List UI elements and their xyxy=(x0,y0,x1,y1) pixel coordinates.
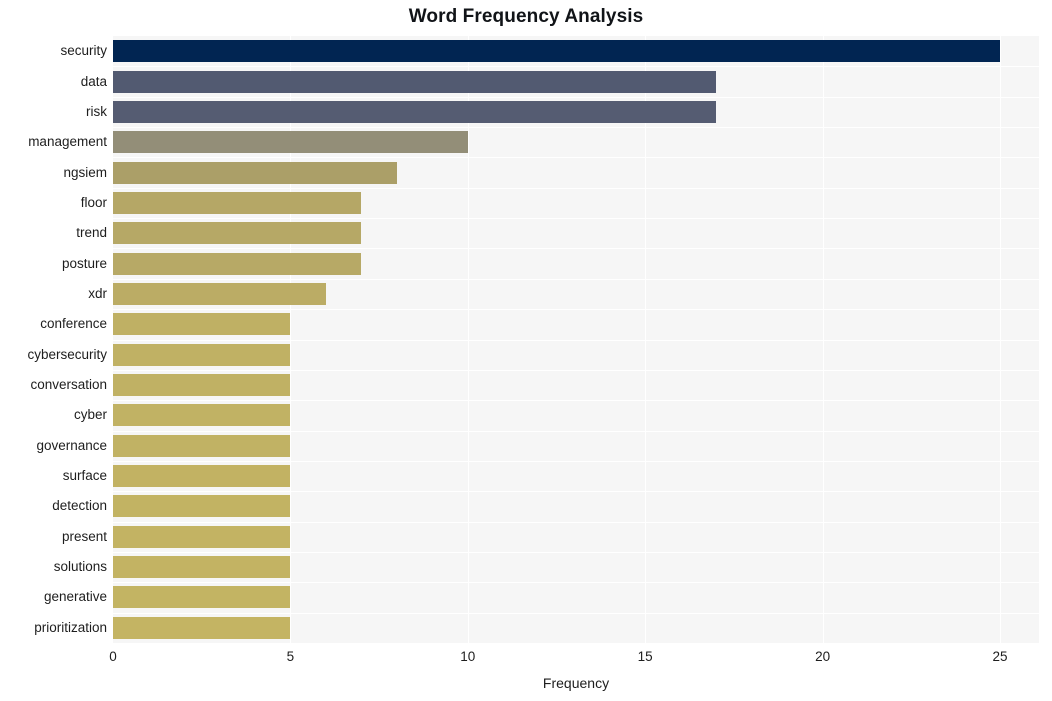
bar-row xyxy=(113,191,1039,214)
bar-row xyxy=(113,465,1039,488)
bar[interactable] xyxy=(113,404,291,427)
x-tick-label: 5 xyxy=(286,649,295,664)
gridline-horizontal xyxy=(113,612,1039,614)
x-tick-label: 0 xyxy=(109,649,117,664)
chart-title: Word Frequency Analysis xyxy=(408,6,644,27)
y-tick-label: ngsiem xyxy=(63,164,107,180)
bar[interactable] xyxy=(113,100,717,123)
y-tick-label: trend xyxy=(76,225,107,241)
bar-row xyxy=(113,495,1039,518)
gridline-horizontal xyxy=(113,551,1039,553)
gridline-horizontal xyxy=(113,248,1039,250)
bar[interactable] xyxy=(113,434,291,457)
y-tick-label: risk xyxy=(86,103,107,119)
y-tick-label: cyber xyxy=(73,407,107,423)
y-tick-label: security xyxy=(60,43,107,59)
gridline-horizontal xyxy=(113,96,1039,98)
bar-row xyxy=(113,586,1039,609)
y-tick-label: present xyxy=(61,528,107,544)
gridline-horizontal xyxy=(113,491,1039,493)
bar-row xyxy=(113,161,1039,184)
plot-area xyxy=(113,36,1039,643)
y-tick-label: posture xyxy=(61,255,107,271)
y-tick-label: prioritization xyxy=(34,619,107,635)
gridline-horizontal xyxy=(113,582,1039,584)
x-tick-label: 25 xyxy=(992,649,1008,664)
bar[interactable] xyxy=(113,161,397,184)
y-axis-labels: security data risk management ngsiem floor tre… xyxy=(0,36,107,643)
bar[interactable] xyxy=(113,616,291,639)
x-axis-ticks: 0 5 10 15 20 25 xyxy=(109,643,1039,673)
x-axis-title: Frequency xyxy=(542,675,610,691)
bar[interactable] xyxy=(113,374,291,397)
y-tick-label: conversation xyxy=(30,377,107,393)
bar[interactable] xyxy=(113,586,291,609)
bar-row xyxy=(113,222,1039,245)
gridline-horizontal xyxy=(113,157,1039,159)
bar-row xyxy=(113,313,1039,336)
bar-row xyxy=(113,252,1039,275)
bar[interactable] xyxy=(113,495,291,518)
bar-row xyxy=(113,616,1039,639)
gridline-horizontal xyxy=(113,339,1039,341)
gridline-horizontal xyxy=(113,218,1039,220)
y-tick-label: generative xyxy=(43,589,107,605)
bar-row xyxy=(113,434,1039,457)
bar[interactable] xyxy=(113,40,1000,63)
y-tick-label: detection xyxy=(52,498,107,514)
y-tick-label: conference xyxy=(40,316,107,332)
bar-row xyxy=(113,343,1039,366)
y-tick-label: floor xyxy=(80,194,107,210)
x-tick-label: 20 xyxy=(815,649,831,664)
gridline-horizontal xyxy=(113,309,1039,311)
gridline-horizontal xyxy=(113,127,1039,129)
bar[interactable] xyxy=(113,465,291,488)
bar[interactable] xyxy=(113,131,468,154)
bar[interactable] xyxy=(113,282,326,305)
y-tick-label: data xyxy=(80,73,107,89)
bar-row xyxy=(113,525,1039,548)
bar[interactable] xyxy=(113,191,362,214)
gridline-horizontal xyxy=(113,369,1039,371)
bar[interactable] xyxy=(113,222,362,245)
bar[interactable] xyxy=(113,556,291,579)
bar-row xyxy=(113,70,1039,93)
bar-row xyxy=(113,131,1039,154)
bar-row xyxy=(113,556,1039,579)
bar-row xyxy=(113,40,1039,63)
y-tick-label: cybersecurity xyxy=(27,346,107,362)
y-tick-label: governance xyxy=(36,437,107,453)
bar[interactable] xyxy=(113,313,291,336)
gridline-horizontal xyxy=(113,460,1039,462)
bar[interactable] xyxy=(113,525,291,548)
bar[interactable] xyxy=(113,70,717,93)
bar-row xyxy=(113,282,1039,305)
bar-row xyxy=(113,404,1039,427)
gridline-horizontal xyxy=(113,430,1039,432)
y-tick-label: xdr xyxy=(88,285,107,301)
bar-row xyxy=(113,374,1039,397)
bar[interactable] xyxy=(113,252,362,275)
bars-layer xyxy=(113,36,1039,643)
y-tick-label: solutions xyxy=(53,559,107,575)
bar[interactable] xyxy=(113,343,291,366)
gridline-horizontal xyxy=(113,187,1039,189)
gridline-horizontal xyxy=(113,521,1039,523)
chart-figure: Word Frequency Analysis security data risk… xyxy=(0,0,1052,701)
x-tick-label: 15 xyxy=(637,649,653,664)
y-tick-label: surface xyxy=(62,468,107,484)
y-tick-label: management xyxy=(28,134,107,150)
gridline-horizontal xyxy=(113,400,1039,402)
x-tick-label: 10 xyxy=(460,649,476,664)
bar-row xyxy=(113,100,1039,123)
gridline-horizontal xyxy=(113,278,1039,280)
gridline-horizontal xyxy=(113,66,1039,68)
